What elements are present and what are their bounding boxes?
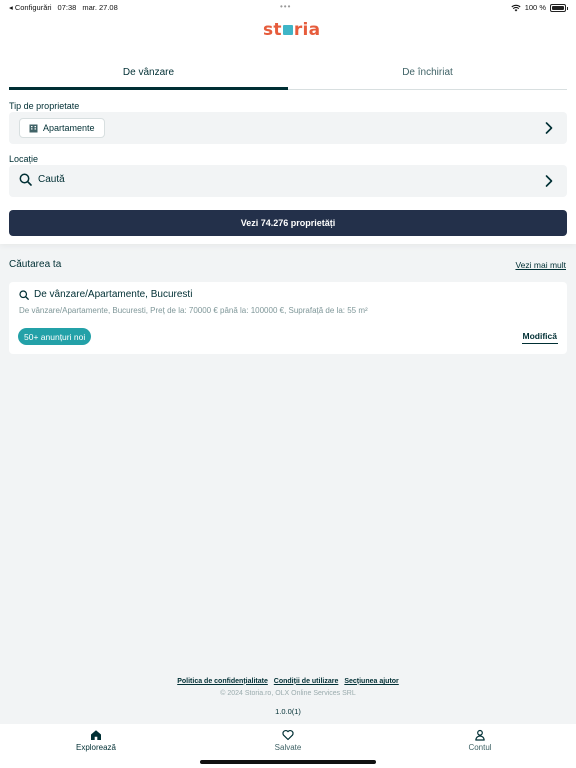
location-placeholder: Caută bbox=[38, 174, 65, 185]
property-type-chip[interactable]: Apartamente bbox=[19, 118, 105, 138]
property-type-value: Apartamente bbox=[43, 123, 95, 133]
logo-text-start: st bbox=[263, 20, 282, 40]
nav-saved-label: Salvate bbox=[274, 743, 302, 752]
battery-icon bbox=[550, 3, 568, 12]
nav-explore[interactable]: Explorează bbox=[46, 729, 146, 752]
wifi-icon bbox=[511, 4, 521, 11]
multitasking-dots[interactable]: ••• bbox=[280, 2, 291, 11]
location-search-field[interactable]: Caută bbox=[9, 165, 567, 197]
search-icon bbox=[19, 289, 29, 300]
battery-percent: 100 % bbox=[524, 3, 546, 12]
nav-account[interactable]: Contul bbox=[430, 729, 530, 752]
privacy-policy-link[interactable]: Politica de confidențialitate bbox=[177, 678, 268, 685]
user-icon bbox=[475, 729, 485, 741]
tab-for-sale[interactable]: De vânzare bbox=[9, 62, 288, 90]
home-icon bbox=[91, 730, 101, 740]
new-listings-badge: 50+ anunțuri noi bbox=[18, 328, 92, 345]
help-section-link[interactable]: Secțiunea ajutor bbox=[344, 678, 398, 685]
terms-of-use-link[interactable]: Condiții de utilizare bbox=[274, 678, 339, 685]
see-more-link[interactable]: Vezi mai mult bbox=[515, 260, 566, 270]
status-time: 07:38 bbox=[57, 3, 77, 12]
property-type-selector[interactable]: Apartamente bbox=[9, 112, 567, 144]
chevron-right-icon bbox=[545, 122, 553, 134]
status-bar: ◂ Configurări 07:38 mar. 27.08 ••• 100 % bbox=[0, 0, 576, 16]
storia-logo: st ria bbox=[263, 20, 320, 40]
copyright-text: © 2024 Storia.ro, OLX Online Services SR… bbox=[220, 690, 356, 697]
app-version: 1.0.0(1) bbox=[275, 707, 301, 716]
listing-type-tabs: De vânzare De închiriat bbox=[9, 62, 567, 90]
property-type-label: Tip de proprietate bbox=[9, 101, 80, 111]
status-date: mar. 27.08 bbox=[82, 3, 118, 12]
nav-saved[interactable]: Salvate bbox=[238, 729, 338, 752]
saved-search-description: De vânzare/Apartamente, Bucuresti, Preț … bbox=[19, 306, 368, 315]
chevron-right-icon bbox=[545, 175, 553, 187]
logo-text-end: ria bbox=[293, 20, 321, 40]
nav-explore-label: Explorează bbox=[75, 743, 117, 752]
saved-search-heading: Căutarea ta bbox=[9, 259, 62, 270]
edit-search-button[interactable]: Modifică bbox=[521, 331, 558, 344]
saved-search-title: De vânzare/Apartamente, Bucuresti bbox=[34, 289, 193, 300]
home-indicator[interactable] bbox=[200, 760, 376, 764]
search-icon bbox=[19, 173, 32, 186]
location-label: Locație bbox=[9, 154, 39, 164]
heart-icon bbox=[282, 729, 294, 741]
nav-account-label: Contul bbox=[468, 743, 492, 752]
logo-square-icon bbox=[282, 25, 293, 35]
back-to-app-link[interactable]: ◂ Configurări bbox=[9, 3, 52, 12]
footer-links: Politica de confidențialitate Condiții d… bbox=[0, 678, 576, 685]
show-properties-button[interactable]: Vezi 74.276 proprietăți bbox=[9, 210, 567, 236]
tab-for-rent[interactable]: De închiriat bbox=[288, 62, 567, 90]
building-icon bbox=[29, 124, 38, 132]
saved-search-card[interactable]: De vânzare/Apartamente, Bucuresti De vân… bbox=[9, 282, 567, 354]
